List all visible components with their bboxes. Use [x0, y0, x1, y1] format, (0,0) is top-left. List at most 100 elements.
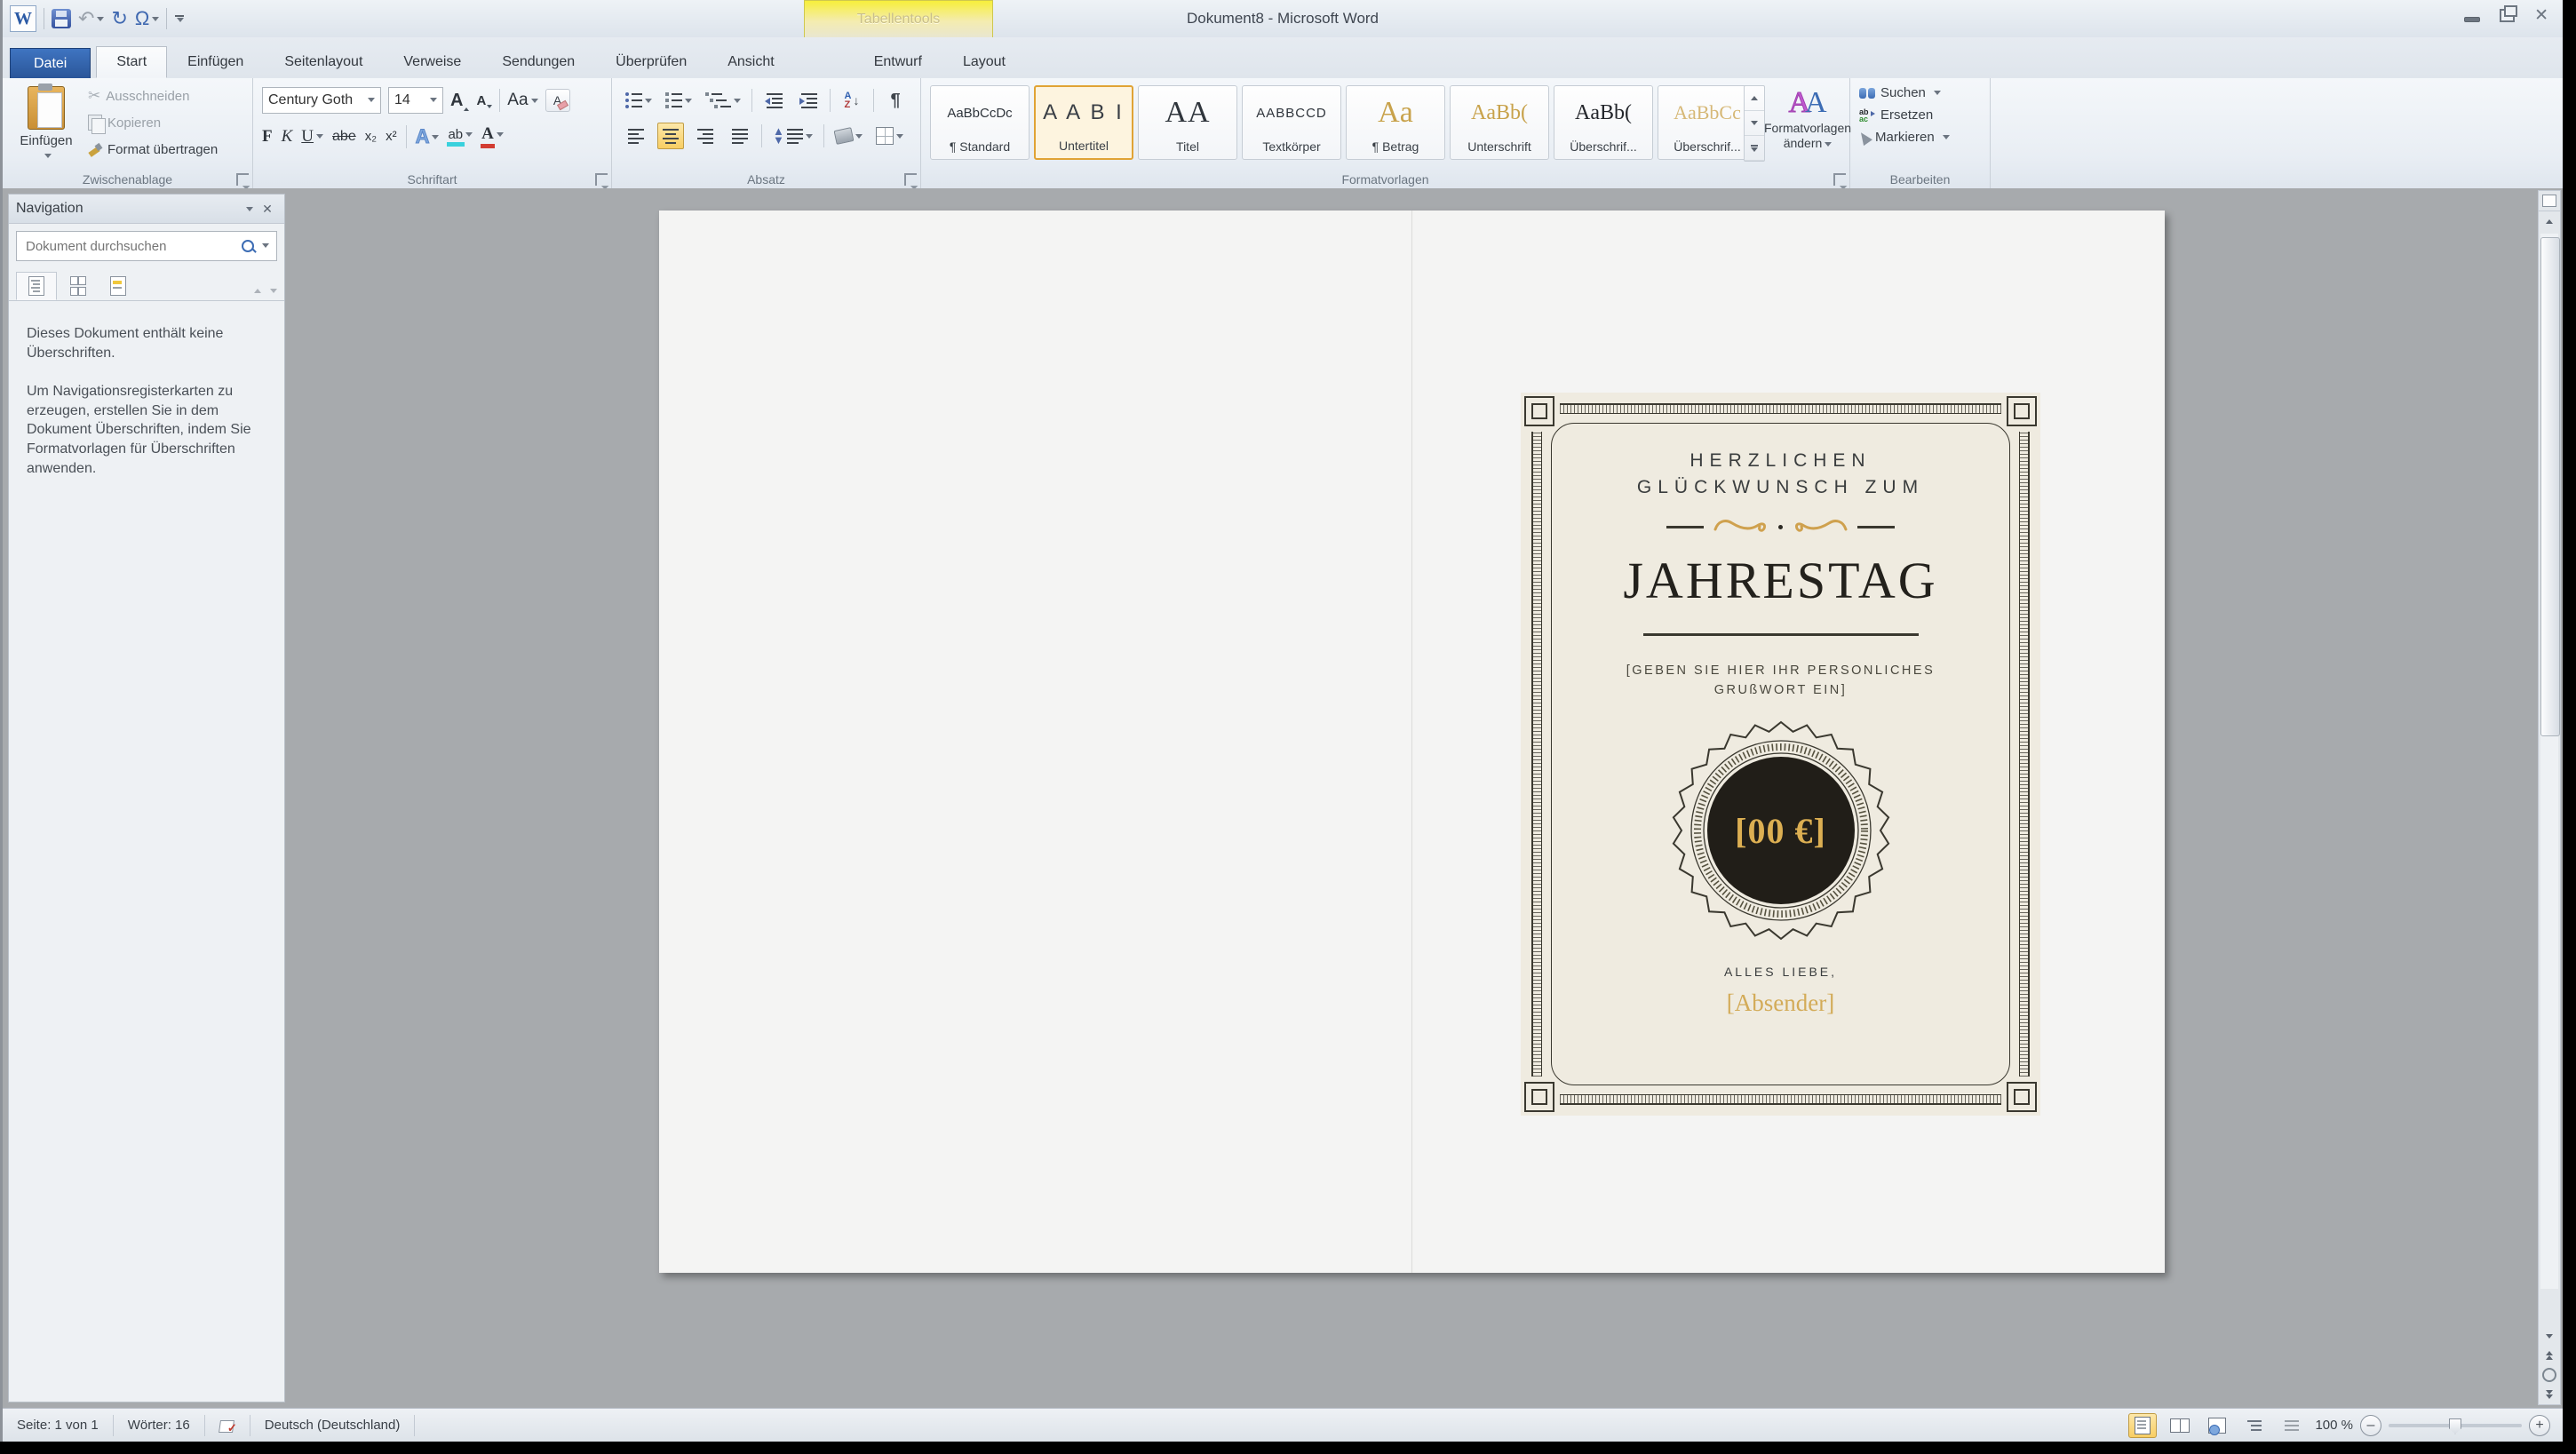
- ruler-toggle-icon[interactable]: [2539, 191, 2560, 211]
- sort-button[interactable]: AZ ↓: [839, 87, 865, 114]
- style-betrag[interactable]: Aa ¶ Betrag: [1346, 85, 1445, 160]
- style-ueberschrift2[interactable]: AaBbCc Überschrif...: [1658, 85, 1757, 160]
- dialog-launcher-icon[interactable]: [1833, 173, 1846, 186]
- tab-layout[interactable]: Layout: [942, 46, 1026, 78]
- bold-button[interactable]: F: [262, 127, 273, 147]
- scrollbar-thumb[interactable]: [2540, 237, 2560, 736]
- zoom-level[interactable]: 100 %: [2315, 1418, 2353, 1433]
- change-case-button[interactable]: Aa: [507, 91, 537, 110]
- select-browse-object-icon[interactable]: [2539, 1365, 2560, 1385]
- font-size-select[interactable]: 14: [388, 87, 443, 114]
- navigation-options-icon[interactable]: [238, 207, 258, 211]
- underline-button[interactable]: U: [301, 127, 323, 147]
- dialog-launcher-icon[interactable]: [595, 173, 608, 186]
- style-textkoerper[interactable]: AABBCCD Textkörper: [1242, 85, 1341, 160]
- browse-results-tab[interactable]: [98, 272, 139, 300]
- clear-formatting-button[interactable]: A: [545, 89, 570, 112]
- amount-badge[interactable]: [00 €]: [1670, 719, 1892, 942]
- shrink-font-button[interactable]: A: [476, 93, 492, 108]
- word-count-status[interactable]: Wörter: 16: [114, 1415, 205, 1436]
- justify-button[interactable]: [727, 123, 753, 149]
- shading-button[interactable]: [832, 123, 865, 149]
- greeting-card[interactable]: HERZLICHEN GLÜCKWUNSCH ZUM JAHRESTAG [GE…: [1521, 393, 2040, 1116]
- italic-button[interactable]: K: [282, 127, 293, 147]
- search-input[interactable]: [24, 238, 242, 255]
- zoom-in-icon[interactable]: +: [2529, 1415, 2550, 1436]
- fullscreen-reading-view-button[interactable]: [2166, 1413, 2194, 1438]
- decrease-indent-button[interactable]: [760, 87, 787, 114]
- cut-button[interactable]: ✂ Ausschneiden: [88, 85, 218, 107]
- style-untertitel[interactable]: A A B I Untertitel: [1034, 85, 1133, 160]
- draft-view-button[interactable]: [2278, 1413, 2306, 1438]
- restore-icon[interactable]: [2500, 9, 2515, 22]
- tab-ueberpruefen[interactable]: Überprüfen: [595, 46, 707, 78]
- line-spacing-button[interactable]: ▲▼: [770, 123, 815, 149]
- tab-sendungen[interactable]: Sendungen: [481, 46, 595, 78]
- strikethrough-button[interactable]: abe: [332, 129, 356, 145]
- document-search-box[interactable]: [16, 231, 277, 261]
- tab-seitenlayout[interactable]: Seitenlayout: [264, 46, 383, 78]
- scrollbar-track[interactable]: [2540, 234, 2558, 1289]
- show-paragraph-marks-button[interactable]: ¶: [882, 87, 909, 114]
- outline-view-button[interactable]: [2240, 1413, 2269, 1438]
- find-button[interactable]: Suchen: [1859, 85, 1950, 100]
- print-layout-view-button[interactable]: [2128, 1413, 2157, 1438]
- language-status[interactable]: Deutsch (Deutschland): [250, 1415, 416, 1436]
- font-color-button[interactable]: A: [481, 124, 504, 148]
- styles-scroll-up-icon[interactable]: [1745, 86, 1764, 111]
- tab-ansicht[interactable]: Ansicht: [707, 46, 794, 78]
- align-right-button[interactable]: [692, 123, 719, 149]
- browse-pages-tab[interactable]: [57, 272, 98, 300]
- borders-button[interactable]: [873, 123, 906, 149]
- browse-headings-tab[interactable]: [16, 272, 57, 300]
- document-page[interactable]: HERZLICHEN GLÜCKWUNSCH ZUM JAHRESTAG [GE…: [659, 211, 2165, 1273]
- tab-datei[interactable]: Datei: [10, 48, 91, 78]
- replace-button[interactable]: abac Ersetzen: [1859, 107, 1950, 123]
- tab-entwurf[interactable]: Entwurf: [854, 46, 942, 78]
- text-effects-button[interactable]: A: [416, 125, 440, 148]
- highlight-color-button[interactable]: ab: [448, 127, 473, 147]
- font-family-select[interactable]: Century Goth: [262, 87, 381, 114]
- scroll-down-icon[interactable]: [2539, 1326, 2560, 1346]
- next-heading-icon[interactable]: [270, 289, 277, 293]
- style-titel[interactable]: AA Titel: [1138, 85, 1237, 160]
- search-options-icon[interactable]: [259, 238, 269, 254]
- next-page-icon[interactable]: [2539, 1385, 2560, 1404]
- web-layout-view-button[interactable]: [2203, 1413, 2231, 1438]
- sender-placeholder[interactable]: [Absender]: [1727, 989, 1834, 1017]
- previous-page-icon[interactable]: [2539, 1346, 2560, 1365]
- style-unterschrift[interactable]: AaBb( Unterschrift: [1450, 85, 1549, 160]
- navigation-close-icon[interactable]: ✕: [258, 202, 277, 217]
- tab-start[interactable]: Start: [96, 46, 167, 78]
- align-left-button[interactable]: [623, 123, 649, 149]
- proofing-status[interactable]: [205, 1415, 250, 1436]
- zoom-out-icon[interactable]: –: [2360, 1415, 2381, 1436]
- previous-heading-icon[interactable]: [254, 289, 261, 293]
- paste-button[interactable]: Einfügen: [12, 85, 81, 165]
- styles-scroll-down-icon[interactable]: [1745, 111, 1764, 136]
- bullet-list-button[interactable]: [623, 87, 655, 114]
- page-count-status[interactable]: Seite: 1 von 1: [3, 1415, 114, 1436]
- zoom-slider-thumb[interactable]: [2449, 1418, 2461, 1434]
- numbered-list-button[interactable]: [663, 87, 695, 114]
- grow-font-button[interactable]: A: [450, 91, 469, 111]
- search-icon[interactable]: [242, 240, 254, 252]
- subscript-button[interactable]: x₂: [365, 129, 377, 144]
- dialog-launcher-icon[interactable]: [904, 173, 917, 186]
- change-styles-button[interactable]: AA Formatvorlagenändern: [1770, 85, 1845, 171]
- styles-gallery-expand-icon[interactable]: [1745, 136, 1764, 161]
- minimize-icon[interactable]: [2464, 17, 2480, 22]
- card-prompt-placeholder[interactable]: [GEBEN SIE HIER IHR PERSONLICHES GRUßWOR…: [1603, 661, 1959, 700]
- tab-einfuegen[interactable]: Einfügen: [167, 46, 264, 78]
- close-icon[interactable]: ✕: [2534, 7, 2548, 24]
- vertical-scrollbar[interactable]: [2538, 190, 2561, 1405]
- style-standard[interactable]: AaBbCcDc ¶ Standard: [930, 85, 1030, 160]
- style-ueberschrift1[interactable]: AaBb( Überschrif...: [1554, 85, 1653, 160]
- align-center-button[interactable]: [657, 123, 684, 149]
- scroll-up-icon[interactable]: [2539, 211, 2560, 231]
- select-button[interactable]: Markieren: [1859, 130, 1950, 145]
- increase-indent-button[interactable]: [795, 87, 822, 114]
- zoom-slider[interactable]: [2389, 1424, 2522, 1427]
- amount-placeholder[interactable]: [00 €]: [1670, 719, 1892, 942]
- format-painter-button[interactable]: Format übertragen: [88, 139, 218, 160]
